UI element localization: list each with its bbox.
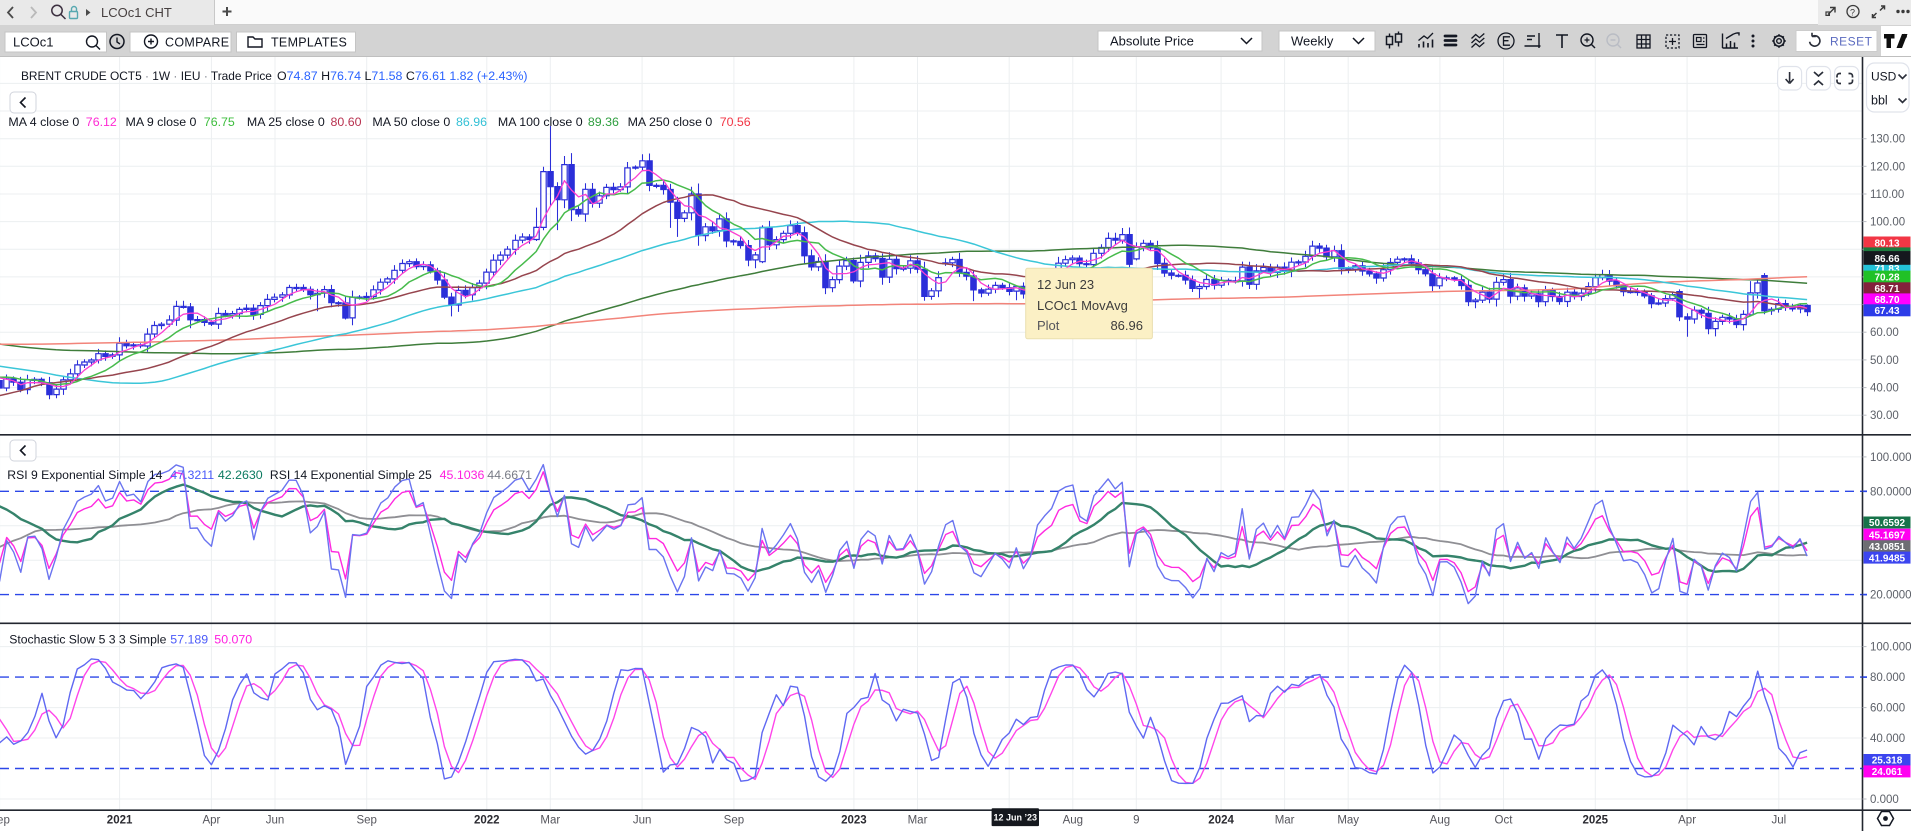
svg-text:43.0851: 43.0851	[1869, 542, 1906, 553]
svg-text:MA 50 close 0: MA 50 close 0	[372, 115, 450, 129]
svg-text:9: 9	[1133, 815, 1139, 827]
svg-text:89.36: 89.36	[588, 115, 619, 129]
svg-text:45.1036: 45.1036	[440, 468, 485, 482]
svg-text:45.1697: 45.1697	[1869, 530, 1906, 541]
svg-text:0.000: 0.000	[1870, 794, 1899, 806]
svg-text:50.070: 50.070	[214, 633, 252, 647]
svg-text:MA 100 close 0: MA 100 close 0	[498, 115, 583, 129]
svg-text:Jun: Jun	[266, 815, 285, 827]
svg-text:2025: 2025	[1583, 815, 1609, 827]
svg-text:67.43: 67.43	[1874, 306, 1899, 317]
svg-text:Absolute Price: Absolute Price	[1110, 34, 1194, 49]
svg-text:MA 250 close 0: MA 250 close 0	[628, 115, 713, 129]
svg-text:Sep: Sep	[356, 815, 376, 827]
svg-text:50.00: 50.00	[1870, 355, 1899, 367]
svg-text:12 Jun 23: 12 Jun 23	[1037, 277, 1094, 292]
svg-text:Jun: Jun	[633, 815, 652, 827]
svg-text:86.96: 86.96	[456, 115, 487, 129]
svg-text:12 Jun ’23: 12 Jun ’23	[994, 812, 1038, 822]
svg-text:80.0000: 80.0000	[1870, 486, 1911, 498]
svg-text:40.000: 40.000	[1870, 733, 1905, 745]
svg-text:Stochastic Slow 5 3 3 Simple: Stochastic Slow 5 3 3 Simple	[9, 633, 166, 647]
svg-text:2022: 2022	[474, 815, 500, 827]
svg-text:MA 25 close 0: MA 25 close 0	[247, 115, 325, 129]
svg-text:50.6592: 50.6592	[1869, 518, 1906, 529]
svg-text:BRENT CRUDE OCT5 · 1W · IEU ·: BRENT CRUDE OCT5 · 1W · IEU · Trade Pric…	[21, 69, 272, 83]
svg-text:Sep: Sep	[724, 815, 744, 827]
svg-text:RSI 14 Exponential Simple 25: RSI 14 Exponential Simple 25	[270, 468, 432, 482]
svg-text:40.00: 40.00	[1870, 383, 1899, 395]
svg-text:RESET: RESET	[1830, 35, 1873, 49]
svg-text:68.71: 68.71	[1874, 284, 1899, 295]
svg-text:Mar: Mar	[1275, 815, 1295, 827]
svg-text:110.00: 110.00	[1870, 189, 1904, 201]
svg-text:Aug: Aug	[1063, 815, 1083, 827]
svg-text:2023: 2023	[841, 815, 867, 827]
svg-text:60.00: 60.00	[1870, 327, 1899, 339]
svg-text:LCOc1 MovAvg: LCOc1 MovAvg	[1037, 298, 1128, 313]
svg-text:Plot: Plot	[1037, 318, 1060, 333]
svg-text:MA 9 close 0: MA 9 close 0	[126, 115, 197, 129]
svg-text:2021: 2021	[107, 815, 133, 827]
svg-text:70.28: 70.28	[1874, 272, 1899, 283]
svg-text:24.061: 24.061	[1872, 767, 1903, 778]
svg-text:76.12: 76.12	[86, 115, 117, 129]
svg-text:2024: 2024	[1208, 815, 1234, 827]
svg-text:O74.87 H76.74 L71.58 C76.61: O74.87 H76.74 L71.58 C76.61 1.82 (+2.43%…	[277, 69, 528, 83]
svg-text:86.96: 86.96	[1110, 318, 1143, 333]
svg-text:RSI 9 Exponential Simple 14: RSI 9 Exponential Simple 14	[7, 468, 162, 482]
svg-text:100.000: 100.000	[1870, 642, 1911, 654]
svg-text:42.2630: 42.2630	[218, 468, 263, 482]
svg-text:Oct: Oct	[1495, 815, 1514, 827]
svg-text:100.00: 100.00	[1870, 217, 1905, 229]
svg-text:130.00: 130.00	[1870, 134, 1905, 146]
svg-text:MA 4 close 0: MA 4 close 0	[8, 115, 79, 129]
svg-text:Jul: Jul	[1771, 815, 1786, 827]
svg-text:120.00: 120.00	[1870, 161, 1905, 173]
svg-text:20.0000: 20.0000	[1870, 590, 1911, 602]
svg-text:80.000: 80.000	[1870, 672, 1905, 684]
svg-text:80.60: 80.60	[331, 115, 362, 129]
svg-text:70.56: 70.56	[720, 115, 751, 129]
svg-text:47.3211: 47.3211	[170, 468, 214, 482]
svg-text:Apr: Apr	[202, 815, 220, 827]
svg-text:May: May	[1337, 815, 1359, 827]
svg-text:USD: USD	[1871, 70, 1897, 84]
svg-text:Aug: Aug	[1430, 815, 1450, 827]
svg-text:100.0000: 100.0000	[1870, 452, 1911, 464]
svg-text:bbl: bbl	[1871, 94, 1888, 108]
svg-text:76.75: 76.75	[204, 115, 235, 129]
svg-text:Sep: Sep	[0, 815, 10, 827]
svg-text:60.000: 60.000	[1870, 703, 1905, 715]
svg-text:Apr: Apr	[1678, 815, 1696, 827]
svg-text:Weekly: Weekly	[1291, 34, 1334, 49]
svg-text:25.318: 25.318	[1872, 756, 1903, 767]
svg-text:44.6671: 44.6671	[487, 468, 532, 482]
svg-text:57.189: 57.189	[170, 633, 208, 647]
svg-text:Mar: Mar	[908, 815, 928, 827]
svg-text:Mar: Mar	[540, 815, 560, 827]
svg-text:41.9485: 41.9485	[1869, 553, 1906, 564]
svg-text:30.00: 30.00	[1870, 410, 1899, 422]
